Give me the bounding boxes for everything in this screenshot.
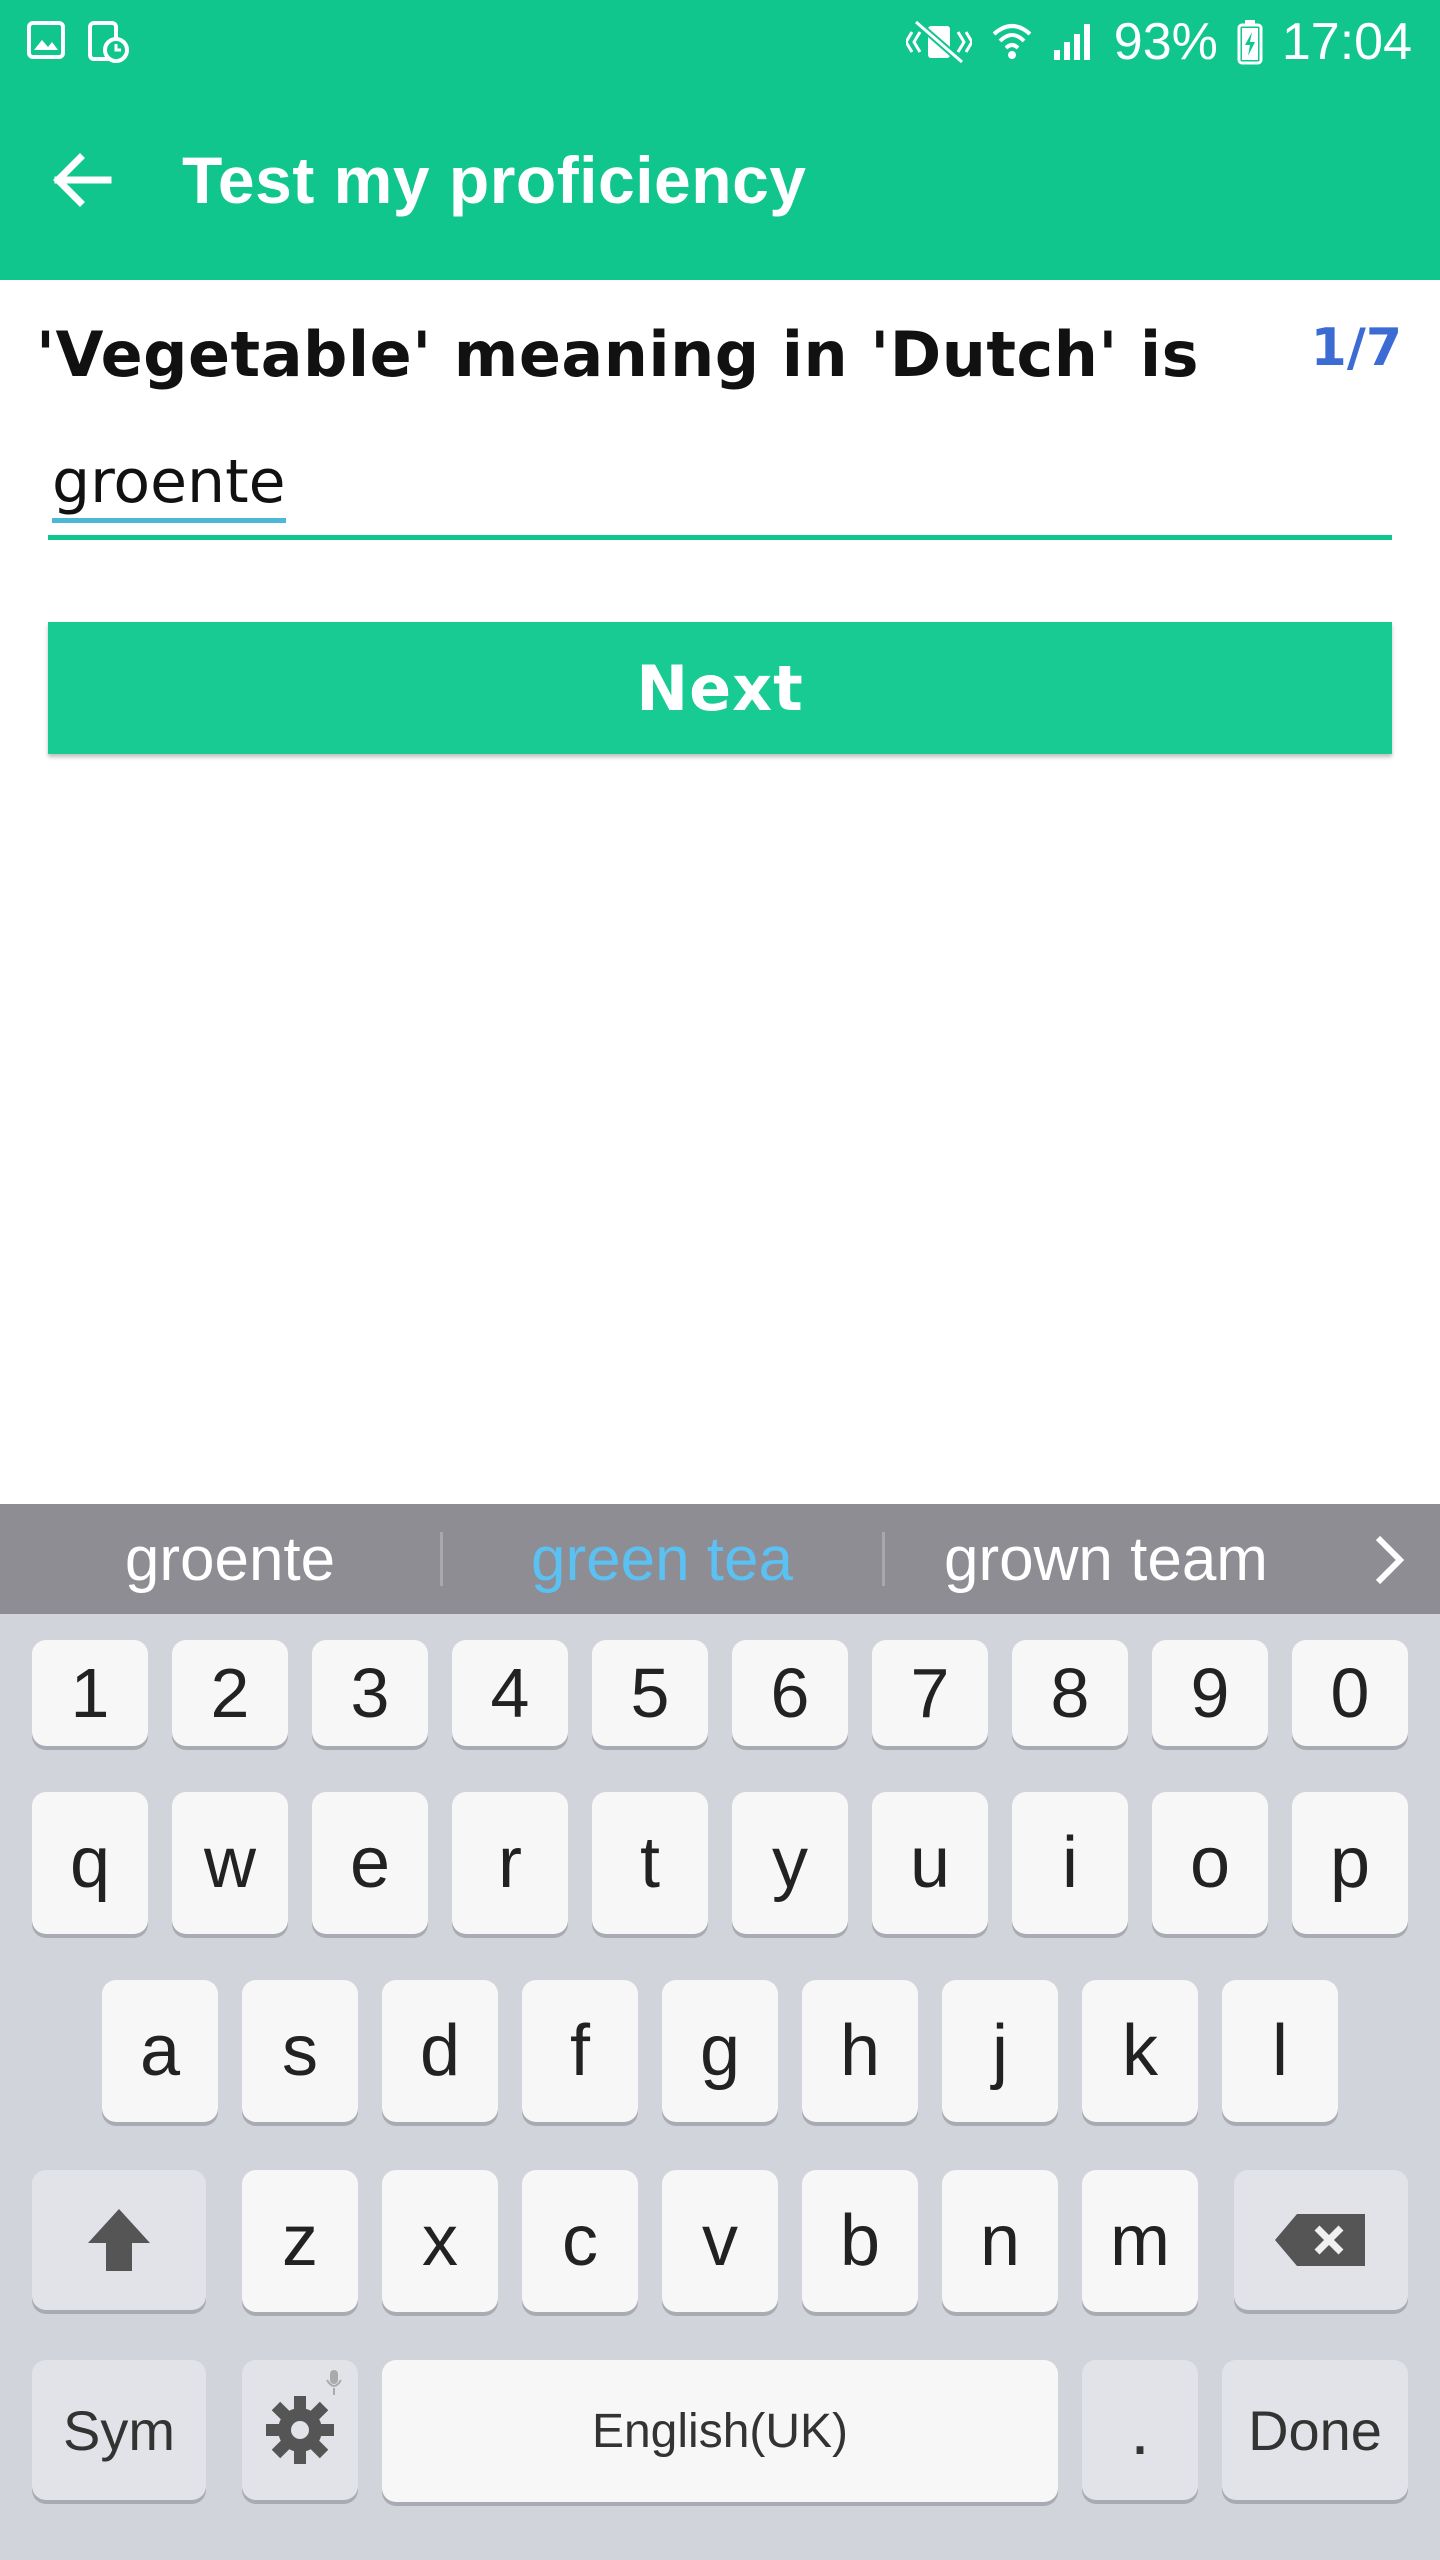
suggestion-3[interactable]: grown team (896, 1524, 1316, 1594)
key-x[interactable]: x (382, 2170, 498, 2312)
wifi-icon (990, 20, 1034, 64)
key-z[interactable]: z (242, 2170, 358, 2312)
question-text: 'Vegetable' meaning in 'Dutch' is (36, 318, 1200, 391)
more-suggestions-button[interactable] (1358, 1530, 1418, 1590)
key-q[interactable]: q (32, 1792, 148, 1934)
space-language-label: English(UK) (591, 2404, 849, 2458)
gear-icon (266, 2396, 334, 2464)
key-j[interactable]: j (942, 1980, 1058, 2122)
key-9[interactable]: 9 (1152, 1640, 1268, 1746)
answer-value: groente (52, 446, 286, 523)
key-0[interactable]: 0 (1292, 1640, 1408, 1746)
done-key[interactable]: Done (1222, 2360, 1408, 2500)
key-g[interactable]: g (662, 1980, 778, 2122)
key-s[interactable]: s (242, 1980, 358, 2122)
answer-input[interactable]: groente (48, 440, 1392, 540)
backspace-key[interactable] (1234, 2170, 1408, 2310)
battery-charging-icon (1236, 18, 1264, 66)
key-f[interactable]: f (522, 1980, 638, 2122)
key-2[interactable]: 2 (172, 1640, 288, 1746)
arrow-left-icon (53, 153, 112, 207)
keyboard: 1 2 3 4 5 6 7 8 9 0 q w e r t y u i o p … (0, 1614, 1440, 2560)
app-bar: Test my proficiency (0, 84, 1440, 280)
key-m[interactable]: m (1082, 2170, 1198, 2312)
key-b[interactable]: b (802, 2170, 918, 2312)
key-o[interactable]: o (1152, 1792, 1268, 1934)
gallery-icon (26, 20, 66, 68)
key-e[interactable]: e (312, 1792, 428, 1934)
key-7[interactable]: 7 (872, 1640, 988, 1746)
shift-arrow-icon (88, 2209, 150, 2271)
key-a[interactable]: a (102, 1980, 218, 2122)
progress-counter: 1/7 (1310, 318, 1402, 378)
next-button[interactable]: Next (48, 622, 1392, 754)
key-1[interactable]: 1 (32, 1640, 148, 1746)
period-key[interactable]: . (1082, 2360, 1198, 2500)
back-button[interactable] (44, 140, 124, 220)
key-n[interactable]: n (942, 2170, 1058, 2312)
suggestion-1[interactable]: groente (20, 1524, 440, 1594)
key-5[interactable]: 5 (592, 1640, 708, 1746)
key-3[interactable]: 3 (312, 1640, 428, 1746)
vibrate-mute-icon (905, 20, 972, 64)
key-k[interactable]: k (1082, 1980, 1198, 2122)
key-l[interactable]: l (1222, 1980, 1338, 2122)
page-title: Test my proficiency (182, 143, 807, 217)
status-bar: 93% 17:04 (0, 0, 1440, 84)
key-w[interactable]: w (172, 1792, 288, 1934)
key-v[interactable]: v (662, 2170, 778, 2312)
divider (882, 1532, 885, 1586)
divider (440, 1532, 443, 1586)
key-i[interactable]: i (1012, 1792, 1128, 1934)
key-h[interactable]: h (802, 1980, 918, 2122)
key-y[interactable]: y (732, 1792, 848, 1934)
chevron-right-icon (1375, 1535, 1405, 1585)
microphone-icon (324, 2368, 344, 2402)
screenshot-clock-icon (86, 20, 130, 68)
key-6[interactable]: 6 (732, 1640, 848, 1746)
sym-key[interactable]: Sym (32, 2360, 206, 2500)
backspace-icon (1275, 2214, 1365, 2266)
key-p[interactable]: p (1292, 1792, 1408, 1934)
key-4[interactable]: 4 (452, 1640, 568, 1746)
shift-key[interactable] (32, 2170, 206, 2310)
key-d[interactable]: d (382, 1980, 498, 2122)
clock: 17:04 (1281, 13, 1412, 71)
space-key[interactable]: English(UK) (382, 2360, 1058, 2502)
key-8[interactable]: 8 (1012, 1640, 1128, 1746)
key-c[interactable]: c (522, 2170, 638, 2312)
key-t[interactable]: t (592, 1792, 708, 1934)
suggestion-bar: groente green tea grown team (0, 1504, 1440, 1614)
suggestion-2[interactable]: green tea (452, 1524, 872, 1594)
key-r[interactable]: r (452, 1792, 568, 1934)
signal-icon (1052, 20, 1096, 64)
key-u[interactable]: u (872, 1792, 988, 1934)
battery-percent: 93% (1113, 13, 1218, 71)
